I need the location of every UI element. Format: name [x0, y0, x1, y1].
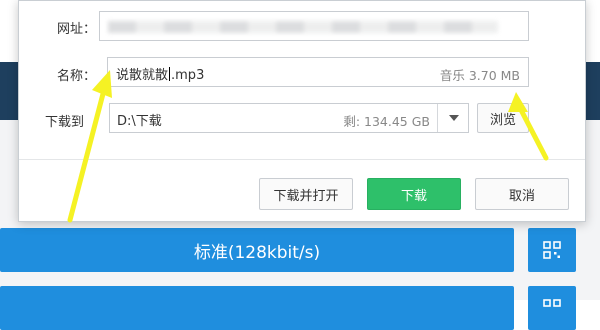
browse-button-label: 浏览: [489, 112, 516, 128]
file-size: 3.70 MB: [468, 68, 520, 83]
cancel-button[interactable]: 取消: [475, 178, 569, 210]
save-path-select[interactable]: D:\下载 剩: 134.45 GB: [109, 103, 469, 133]
url-field[interactable]: [99, 11, 529, 41]
save-path-value: D:\下载: [117, 114, 162, 129]
download-button[interactable]: 下载: [367, 178, 461, 210]
save-location-label: 下载到: [45, 115, 85, 130]
file-info: 音乐 3.70 MB: [440, 65, 520, 84]
url-value-obscured: [108, 21, 498, 33]
filename-value: 说散就散 .mp3: [116, 67, 205, 83]
qr-code-icon: [543, 241, 561, 259]
dialog-footer-divider: [19, 159, 585, 160]
filename-input[interactable]: 说散就散 .mp3 音乐 3.70 MB: [107, 57, 529, 87]
quality-next-button[interactable]: [0, 286, 514, 330]
download-and-open-label: 下载并打开: [273, 188, 339, 204]
download-dialog: 网址： 名称： 说散就散 .mp3 音乐 3.70 MB 下载到 D:\下载 剩:…: [18, 0, 586, 222]
text-caret: [169, 67, 171, 81]
quality-standard-button[interactable]: 标准(128kbit/s): [0, 228, 514, 272]
url-label: 网址：: [57, 22, 97, 37]
download-label: 下载: [400, 188, 427, 204]
qr-code-button-2[interactable]: [528, 286, 576, 330]
dropdown-divider: [437, 104, 438, 132]
file-type: 音乐: [439, 68, 465, 83]
free-space: 剩: 134.45 GB: [343, 114, 430, 129]
download-and-open-button[interactable]: 下载并打开: [259, 178, 353, 210]
quality-standard-label: 标准(128kbit/s): [193, 242, 321, 263]
name-label: 名称：: [57, 69, 97, 84]
browse-button[interactable]: 浏览: [477, 103, 529, 133]
cancel-label: 取消: [508, 188, 535, 204]
qr-code-icon: [543, 299, 561, 307]
chevron-down-icon[interactable]: [449, 115, 459, 121]
qr-code-button-1[interactable]: [528, 228, 576, 272]
